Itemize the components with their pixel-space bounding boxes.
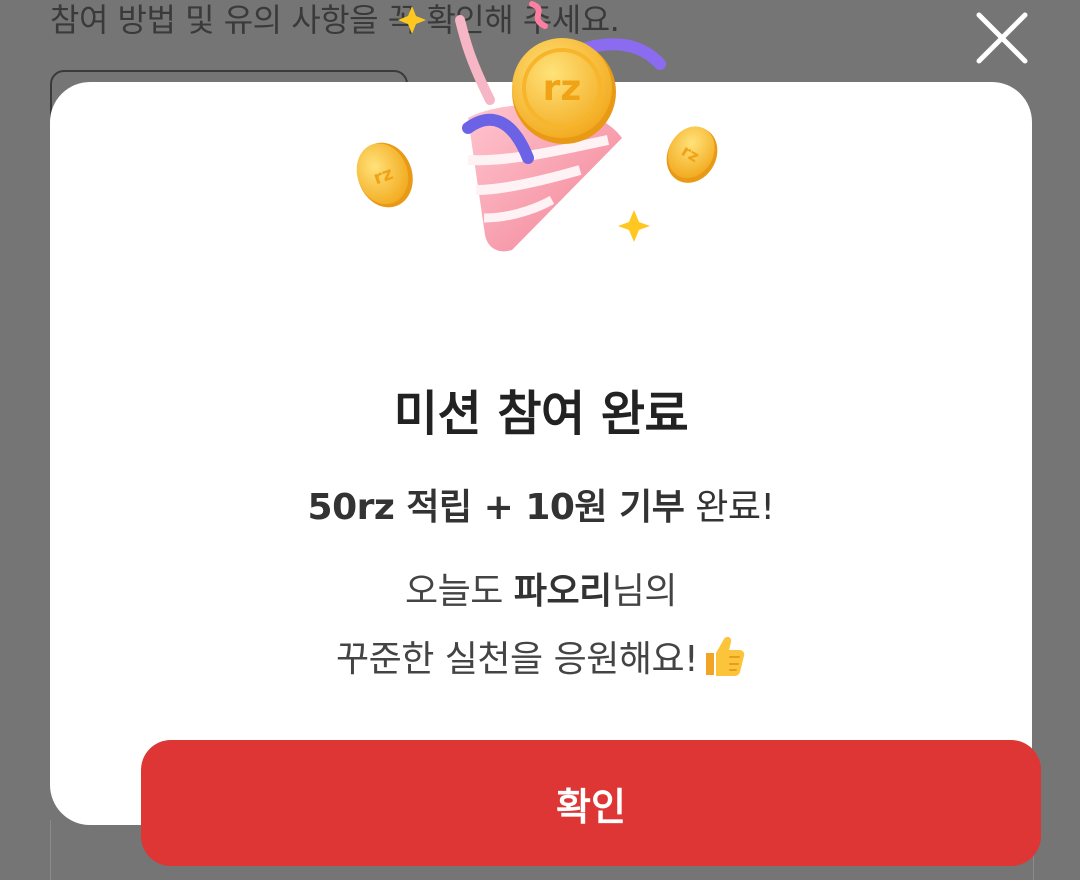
- sparkle-icon: [398, 6, 426, 34]
- reward-amount: 50rz 적립 + 10원 기부: [307, 487, 685, 528]
- cheer-message-line2: 꾸준한 실천을 응원해요!: [50, 626, 1032, 694]
- streamer-small: [529, 1, 548, 29]
- cheer-message-line1: 오늘도 파오리님의: [405, 571, 677, 612]
- confirm-button[interactable]: 확인: [141, 740, 1041, 866]
- thumbs-up-icon: [706, 636, 745, 676]
- streamer-pink: [455, 15, 495, 105]
- reward-text: 50rz 적립 + 10원 기부 완료!: [50, 478, 1032, 530]
- coin-left: rz: [356, 142, 413, 208]
- coin-logo-text: rz: [543, 68, 582, 109]
- cheer-message: 오늘도 파오리님의 꾸준한 실천을 응원해요!: [50, 558, 1032, 694]
- party-popper-illustration: rz rz rz: [356, 1, 718, 252]
- coin-large: rz: [512, 38, 616, 144]
- modal-title: 미션 참여 완료: [393, 386, 689, 442]
- reward-suffix: 완료!: [684, 487, 775, 528]
- sparkle-icon: [618, 210, 650, 242]
- user-name: 파오리: [513, 571, 612, 612]
- coin-right: rz: [666, 126, 718, 183]
